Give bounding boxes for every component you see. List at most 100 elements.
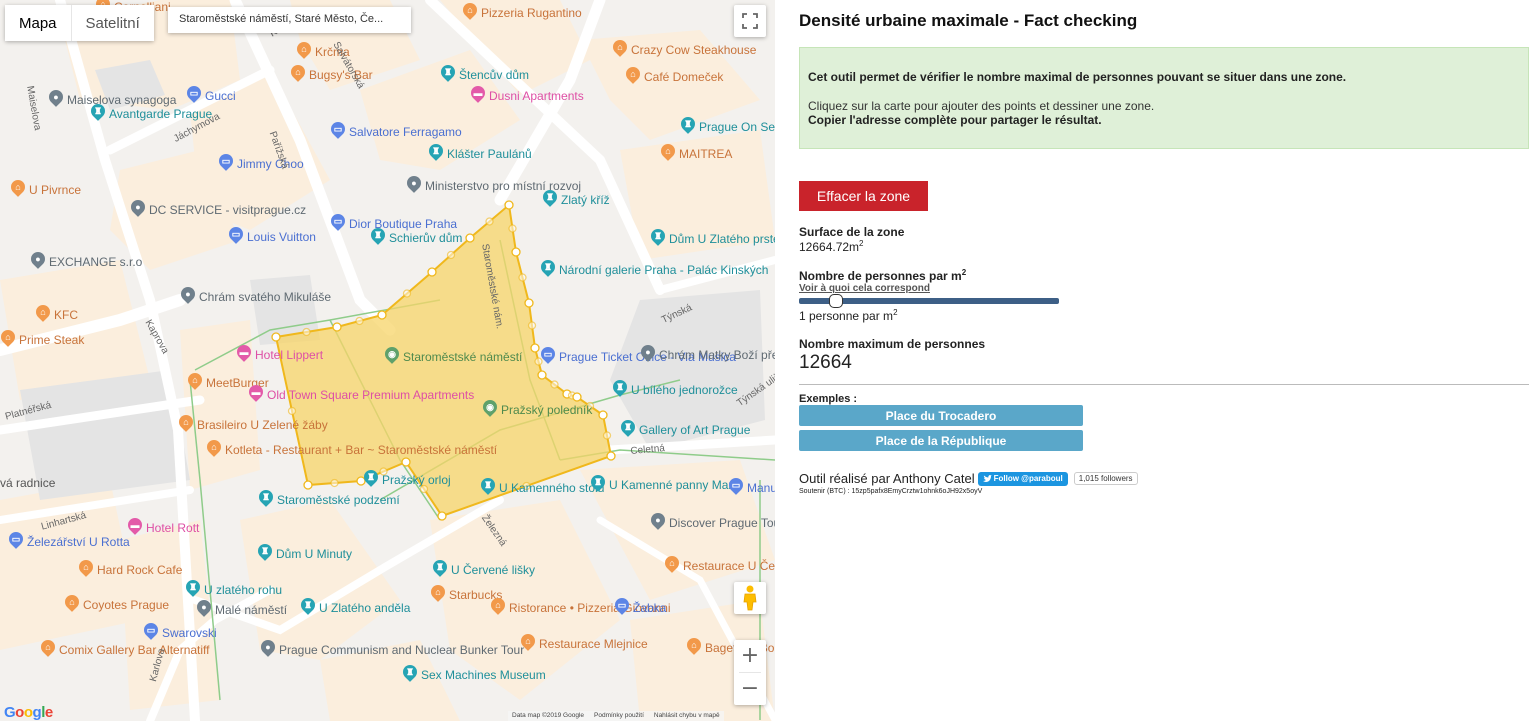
poi-label[interactable]: Hard Rock Cafe (97, 563, 182, 577)
zoom-in-button[interactable]: + (734, 640, 766, 672)
map-poi-marker[interactable]: ◉ Staroměstské náměstí (384, 347, 522, 366)
map-poi-marker[interactable]: ● Chrám svatého Mikuláše (180, 287, 331, 306)
poi-pin-icon[interactable]: ♜ (363, 470, 379, 489)
map-poi-marker[interactable]: ▬ Old Town Square Premium Apartments (248, 385, 475, 404)
poi-pin-icon[interactable]: ⌂ (660, 144, 676, 163)
poi-pin-icon[interactable]: ● (260, 640, 276, 659)
map-poi-marker[interactable]: ⌂ KFC (35, 305, 78, 324)
map-poi-marker[interactable]: ♜Prague On Segway - Prague on E-Scooter (680, 117, 775, 136)
twitter-follow-button[interactable]: Follow @paraboul (977, 471, 1068, 486)
poi-label[interactable]: Prague Communism and Nuclear Bunker Tour (279, 643, 524, 657)
map-poi-marker[interactable]: ◉ Pražský poledník (482, 400, 592, 419)
map-poi-marker[interactable]: ▭ Žabka (614, 598, 667, 617)
map-poi-marker[interactable]: ⌂ MAITREA (660, 144, 732, 163)
density-explanation-link[interactable]: Voir à quoi cela correspond (799, 283, 1529, 294)
map-poi-marker[interactable]: ⌂ Kotleta - Restaurant + Bar ~ Staroměsts… (206, 440, 497, 459)
poi-label[interactable]: Old Town Square Premium Apartments (267, 388, 474, 402)
map-poi-marker[interactable]: ⌂ Brasileiro U Zelené žáby (178, 415, 327, 434)
poi-label[interactable]: Gallery of Art Prague (639, 423, 750, 437)
zone-midpoint-handle[interactable] (527, 321, 537, 330)
zoom-out-button[interactable]: − (734, 673, 766, 705)
poi-label[interactable]: Štencův dům (459, 68, 529, 82)
map-poi-marker[interactable]: ♜ U Zlatého anděla (300, 598, 410, 617)
map-poi-marker[interactable]: ▭ Jimmy Choo (218, 154, 304, 173)
poi-label[interactable]: Schierův dům (389, 231, 462, 245)
poi-label[interactable]: MAITREA (679, 147, 732, 161)
poi-label[interactable]: DC SERVICE - visitprague.cz (149, 203, 306, 217)
map-poi-marker[interactable]: ♜ U Kamenné panny Marie (590, 475, 742, 494)
map-poi-marker[interactable]: ⌂ Prime Steak (0, 330, 84, 349)
poi-pin-icon[interactable]: ◉ (384, 347, 400, 366)
terms-link[interactable]: Podmínky použití (594, 712, 644, 720)
poi-label[interactable]: Jimmy Choo (237, 157, 304, 171)
zone-midpoint-handle[interactable] (550, 380, 559, 389)
poi-pin-icon[interactable]: ▭ (540, 347, 556, 366)
map-poi-marker[interactable]: ⌂ Pizzeria Rugantino (462, 3, 582, 22)
poi-label[interactable]: Comix Gallery Bar Alternatiff (59, 643, 210, 657)
poi-pin-icon[interactable]: ⌂ (35, 305, 51, 324)
map-poi-marker[interactable]: ♜ Gallery of Art Prague (620, 420, 750, 439)
poi-pin-icon[interactable]: ⌂ (625, 67, 641, 86)
zone-vertex-handle[interactable] (332, 322, 342, 332)
map-poi-marker[interactable]: ⌂ Café Domeček (625, 67, 723, 86)
poi-label[interactable]: U Zlatého anděla (319, 601, 410, 615)
map-poi-marker[interactable]: ♜ U Kamenného stolu (480, 478, 604, 497)
poi-label[interactable]: Manufaktura (747, 481, 775, 495)
poi-label[interactable]: Klášter Paulánů (447, 147, 532, 161)
poi-label[interactable]: U zlatého rohu (204, 583, 282, 597)
map-poi-marker[interactable]: ▭Manufaktura (728, 478, 775, 497)
poi-label[interactable]: U Pivrnce (29, 183, 81, 197)
map-poi-marker[interactable]: ● Malé náměstí (196, 600, 287, 619)
poi-pin-icon[interactable]: ▭ (614, 598, 630, 617)
zone-vertex-handle[interactable] (465, 233, 475, 243)
example-trocadero-button[interactable]: Place du Trocadero (799, 405, 1083, 426)
poi-label[interactable]: Swarovski (162, 626, 217, 640)
poi-label[interactable]: Dům U Minuty (276, 547, 352, 561)
clear-zone-button[interactable]: Effacer la zone (799, 181, 928, 211)
street-view-pegman-button[interactable] (734, 582, 766, 614)
poi-pin-icon[interactable]: ⌂ (664, 556, 680, 575)
map-poi-marker[interactable]: ● Prague Communism and Nuclear Bunker Tou… (260, 640, 524, 659)
poi-pin-icon[interactable]: ▬ (248, 385, 264, 404)
poi-label[interactable]: Crazy Cow Steakhouse (631, 43, 756, 57)
map-poi-marker[interactable]: ▭ Gucci (186, 86, 236, 105)
poi-label[interactable]: Prime Steak (19, 333, 84, 347)
poi-pin-icon[interactable]: ♜ (680, 117, 696, 136)
poi-pin-icon[interactable]: ♜ (432, 560, 448, 579)
map-poi-marker[interactable]: ♜ Schierův dům (370, 228, 462, 247)
zone-vertex-handle[interactable] (427, 267, 437, 277)
poi-pin-icon[interactable]: ▭ (330, 122, 346, 141)
poi-label[interactable]: U Kamenného stolu (499, 481, 604, 495)
poi-pin-icon[interactable]: ▬ (236, 345, 252, 364)
poi-pin-icon[interactable]: ⌂ (686, 638, 702, 657)
poi-label[interactable]: Chrám svatého Mikuláše (199, 290, 331, 304)
map-poi-marker[interactable]: ● EXCHANGE s.r.o (30, 252, 142, 271)
zone-vertex-handle[interactable] (606, 451, 616, 461)
poi-pin-icon[interactable]: ⌂ (490, 598, 506, 617)
zone-vertex-handle[interactable] (303, 480, 313, 490)
map-poi-marker[interactable]: ⌂Restaurace U Černého Slunce (664, 556, 775, 575)
map-poi-marker[interactable]: ♜ Štencův dům (440, 65, 529, 84)
poi-pin-icon[interactable]: ♜ (440, 65, 456, 84)
poi-label[interactable]: Pražský poledník (501, 403, 592, 417)
poi-pin-icon[interactable]: ● (650, 513, 666, 532)
map-poi-marker[interactable]: ⌂ Comix Gallery Bar Alternatiff (40, 640, 210, 659)
example-republique-button[interactable]: Place de la République (799, 430, 1083, 451)
poi-pin-icon[interactable]: ♜ (540, 260, 556, 279)
poi-pin-icon[interactable]: ▭ (186, 86, 202, 105)
poi-label[interactable]: Café Domeček (644, 70, 723, 84)
poi-pin-icon[interactable]: ♜ (620, 420, 636, 439)
poi-pin-icon[interactable]: ⌂ (40, 640, 56, 659)
zone-midpoint-handle[interactable] (508, 224, 517, 233)
poi-label[interactable]: Discover Prague Tours (669, 516, 775, 530)
poi-label[interactable]: Kotleta - Restaurant + Bar ~ Staroměstsk… (225, 443, 497, 457)
poi-pin-icon[interactable]: ▭ (330, 214, 346, 233)
poi-pin-icon[interactable]: ● (406, 176, 422, 195)
zone-midpoint-handle[interactable] (287, 406, 297, 416)
poi-pin-icon[interactable]: ⌂ (64, 595, 80, 614)
map-poi-marker[interactable]: ⌂ Coyotes Prague (64, 595, 169, 614)
poi-label[interactable]: Pizzeria Rugantino (481, 6, 582, 20)
fullscreen-button[interactable] (734, 5, 766, 37)
zone-vertex-handle[interactable] (504, 200, 514, 210)
poi-pin-icon[interactable]: ● (180, 287, 196, 306)
